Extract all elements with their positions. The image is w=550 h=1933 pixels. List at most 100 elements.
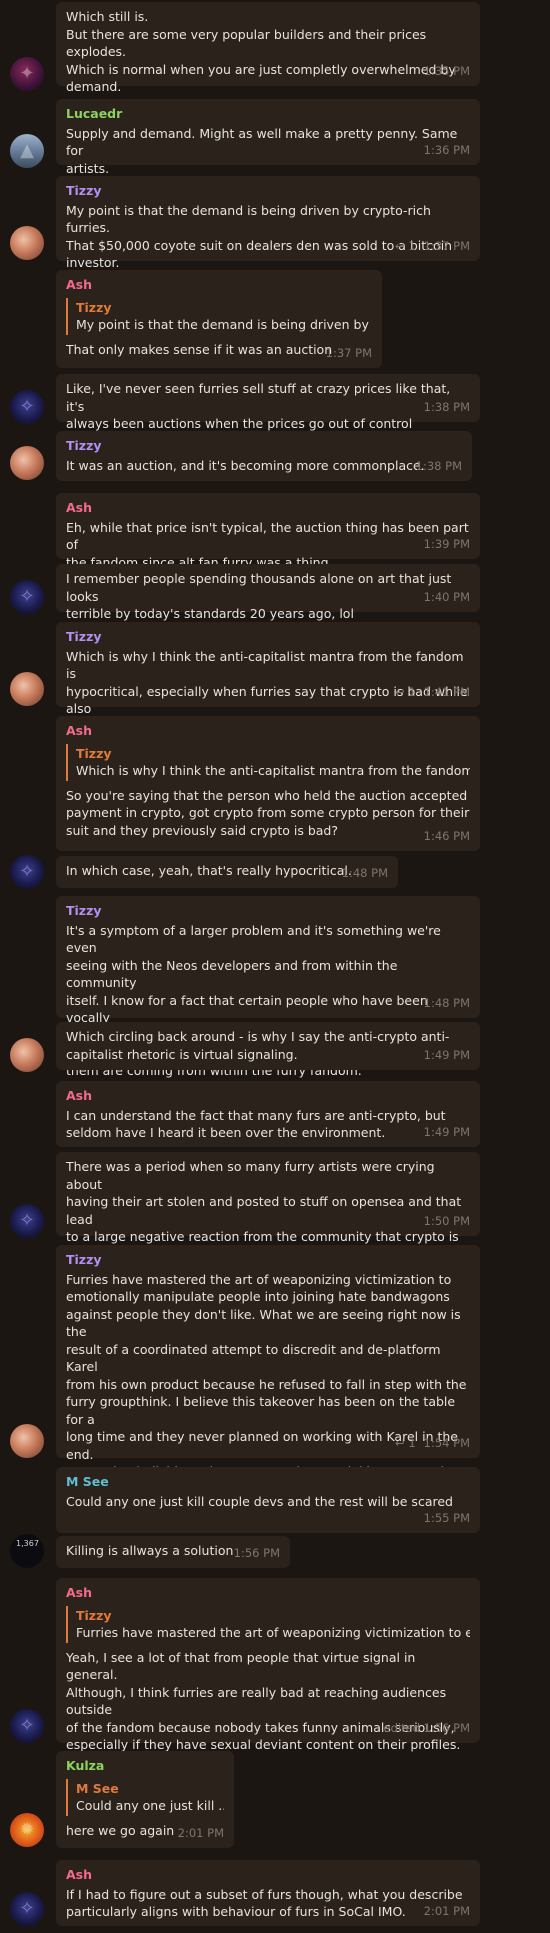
msee-avatar[interactable]: 1,367 [10, 1534, 44, 1568]
message-text: If I had to figure out a subset of furs … [66, 1886, 463, 1920]
message-bubble[interactable]: There was a period when so many furry ar… [56, 1152, 480, 1279]
reply-quote[interactable]: Tizzy Which is why I think the anti-capi… [66, 743, 470, 781]
timestamp: 1:49 PM [423, 1124, 470, 1139]
message-bubble[interactable]: Lucaedr Supply and demand. Might as well… [56, 99, 480, 176]
sender-name[interactable]: M See [66, 1473, 470, 1491]
purple-fox-avatar[interactable]: ✦ [10, 57, 44, 91]
reply-quote[interactable]: M See Could any one just kill ... [66, 1778, 224, 1816]
reply-quote[interactable]: Tizzy Furries have mastered the art of w… [66, 1605, 470, 1643]
sender-name[interactable]: Lucaedr [66, 105, 470, 123]
sender-name[interactable]: Ash [66, 1584, 470, 1602]
dark-avatar[interactable]: ✧ [10, 390, 44, 424]
message-time: edited 1:56 PM [384, 1720, 470, 1738]
sender-name[interactable]: Tizzy [66, 1251, 470, 1269]
dark-avatar[interactable]: ✧ [10, 1892, 44, 1926]
message-bubble[interactable]: Ash If I had to figure out a subset of f… [56, 1860, 480, 1926]
fox-avatar[interactable] [10, 1038, 44, 1072]
message-text: I can understand the fact that many furs… [66, 1107, 446, 1141]
message-bubble[interactable]: M See Could any one just kill couple dev… [56, 1467, 480, 1533]
sender-name[interactable]: Tizzy [66, 182, 470, 200]
message-bubble[interactable]: Ash Tizzy Which is why I think the anti-… [56, 716, 480, 851]
sender-name[interactable]: Ash [66, 276, 372, 294]
fox-avatar[interactable] [10, 672, 44, 706]
message-bubble[interactable]: Like, I've never seen furries sell stuff… [56, 374, 480, 431]
quote-sender: Tizzy [76, 299, 112, 315]
fox-glyph-icon: ✦ [19, 63, 35, 84]
message-bubble[interactable]: Which circling back around - is why I sa… [56, 1022, 480, 1070]
reply-count[interactable]: 1 [395, 239, 416, 253]
message-bubble[interactable]: Ash Tizzy Furries have mastered the art … [56, 1578, 480, 1752]
message-time: 1:40 PM [424, 589, 470, 607]
mountain-avatar[interactable]: ▲ [10, 134, 44, 168]
message-time: 1:46 PM [424, 828, 470, 846]
message-time: 1:35 PM [424, 63, 470, 81]
fox-avatar[interactable] [10, 1424, 44, 1458]
fox-avatar[interactable] [10, 446, 44, 480]
message-bubble[interactable]: Tizzy Furries have mastered the art of w… [56, 1245, 480, 1532]
reply-count[interactable]: 1 [395, 1436, 416, 1450]
message-time: 1:38 PM [416, 458, 462, 476]
message-time: 1:39 PM [424, 536, 470, 554]
message-bubble[interactable]: Which still is. But there are some very … [56, 2, 480, 94]
creature-glyph-icon: ✧ [19, 1898, 35, 1919]
message-time: 1:36 PM [424, 142, 470, 160]
sender-name[interactable]: Ash [66, 1087, 470, 1105]
dark-avatar[interactable]: ✧ [10, 1204, 44, 1238]
message-time: 1:50 PM [424, 1213, 470, 1231]
timestamp: 1:35 PM [423, 63, 470, 78]
message-bubble[interactable]: Ash Tizzy My point is that the demand is… [56, 270, 382, 368]
quote-text: Could any one just kill ... [76, 1798, 224, 1813]
creature-glyph-icon: ✧ [19, 861, 35, 882]
message-bubble[interactable]: Killing is allways a solution 1:56 PM [56, 1536, 290, 1568]
sender-name[interactable]: Ash [66, 722, 470, 740]
fox-avatar[interactable] [10, 226, 44, 260]
flame-glyph-icon: ✹ [19, 1819, 35, 1840]
timestamp: 1:37 PM [325, 345, 372, 360]
creature-glyph-icon: ✧ [19, 396, 35, 417]
message-time: 1 1:54 PM [395, 1435, 470, 1453]
sender-name[interactable]: Ash [66, 1866, 470, 1884]
quote-text: Which is why I think the anti-capitalist… [76, 763, 470, 778]
message-bubble[interactable]: Ash I can understand the fact that many … [56, 1081, 480, 1147]
timestamp: 1:48 PM [423, 995, 470, 1010]
message-time: 1 1:41 PM [395, 684, 470, 702]
message-time: 1:55 PM [424, 1510, 470, 1528]
sender-name[interactable]: Tizzy [66, 628, 470, 646]
timestamp: 1:36 PM [423, 142, 470, 157]
timestamp: 1:56 PM [233, 1545, 280, 1560]
message-text: Which still is. But there are some very … [66, 9, 456, 94]
message-bubble[interactable]: Kulza M See Could any one just kill ... … [56, 1751, 234, 1848]
message-time: 2:01 PM [178, 1825, 224, 1843]
sender-name[interactable]: Kulza [66, 1757, 224, 1775]
message-time: 1:48 PM [424, 995, 470, 1013]
message-bubble[interactable]: Tizzy Which is why I think the anti-capi… [56, 622, 480, 734]
sender-name[interactable]: Ash [66, 499, 470, 517]
dark-avatar[interactable]: ✧ [10, 580, 44, 614]
message-bubble[interactable]: Ash Eh, while that price isn't typical, … [56, 493, 480, 570]
dark-avatar[interactable]: ✧ [10, 855, 44, 889]
message-text: Which circling back around - is why I sa… [66, 1029, 450, 1062]
message-text: My point is that the demand is being dri… [66, 202, 453, 271]
creature-glyph-icon: ✧ [19, 1210, 35, 1231]
dark-avatar[interactable]: ✧ [10, 1709, 44, 1743]
quote-text: My point is that the demand is being dri… [76, 317, 372, 332]
message-bubble[interactable]: I remember people spending thousands alo… [56, 564, 480, 621]
quote-sender: Tizzy [76, 1607, 112, 1623]
message-bubble[interactable]: Tizzy It was an auction, and it's becomi… [56, 431, 472, 481]
message-text: Yeah, I see a lot of that from people th… [66, 1649, 461, 1753]
chat-view[interactable]: Which still is. But there are some very … [0, 0, 550, 1933]
message-time: 1:48 PM [342, 865, 388, 883]
reply-quote[interactable]: Tizzy My point is that the demand is bei… [66, 297, 372, 335]
quote-text: Furries have mastered the art of weaponi… [76, 1625, 470, 1640]
message-bubble[interactable]: Tizzy It's a symptom of a larger problem… [56, 896, 480, 1078]
message-bubble[interactable]: In which case, yeah, that's really hypoc… [56, 856, 398, 888]
message-time: 1:56 PM [234, 1545, 280, 1563]
reply-count[interactable]: 1 [395, 685, 416, 699]
sender-name[interactable]: Tizzy [66, 902, 470, 920]
message-bubble[interactable]: Tizzy My point is that the demand is bei… [56, 176, 480, 270]
timestamp: 1:38 PM [415, 458, 462, 473]
message-text: In which case, yeah, that's really hypoc… [66, 863, 352, 878]
sender-name[interactable]: Tizzy [66, 437, 462, 455]
kulza-avatar[interactable]: ✹ [10, 1813, 44, 1847]
timestamp: 1:40 PM [423, 589, 470, 604]
